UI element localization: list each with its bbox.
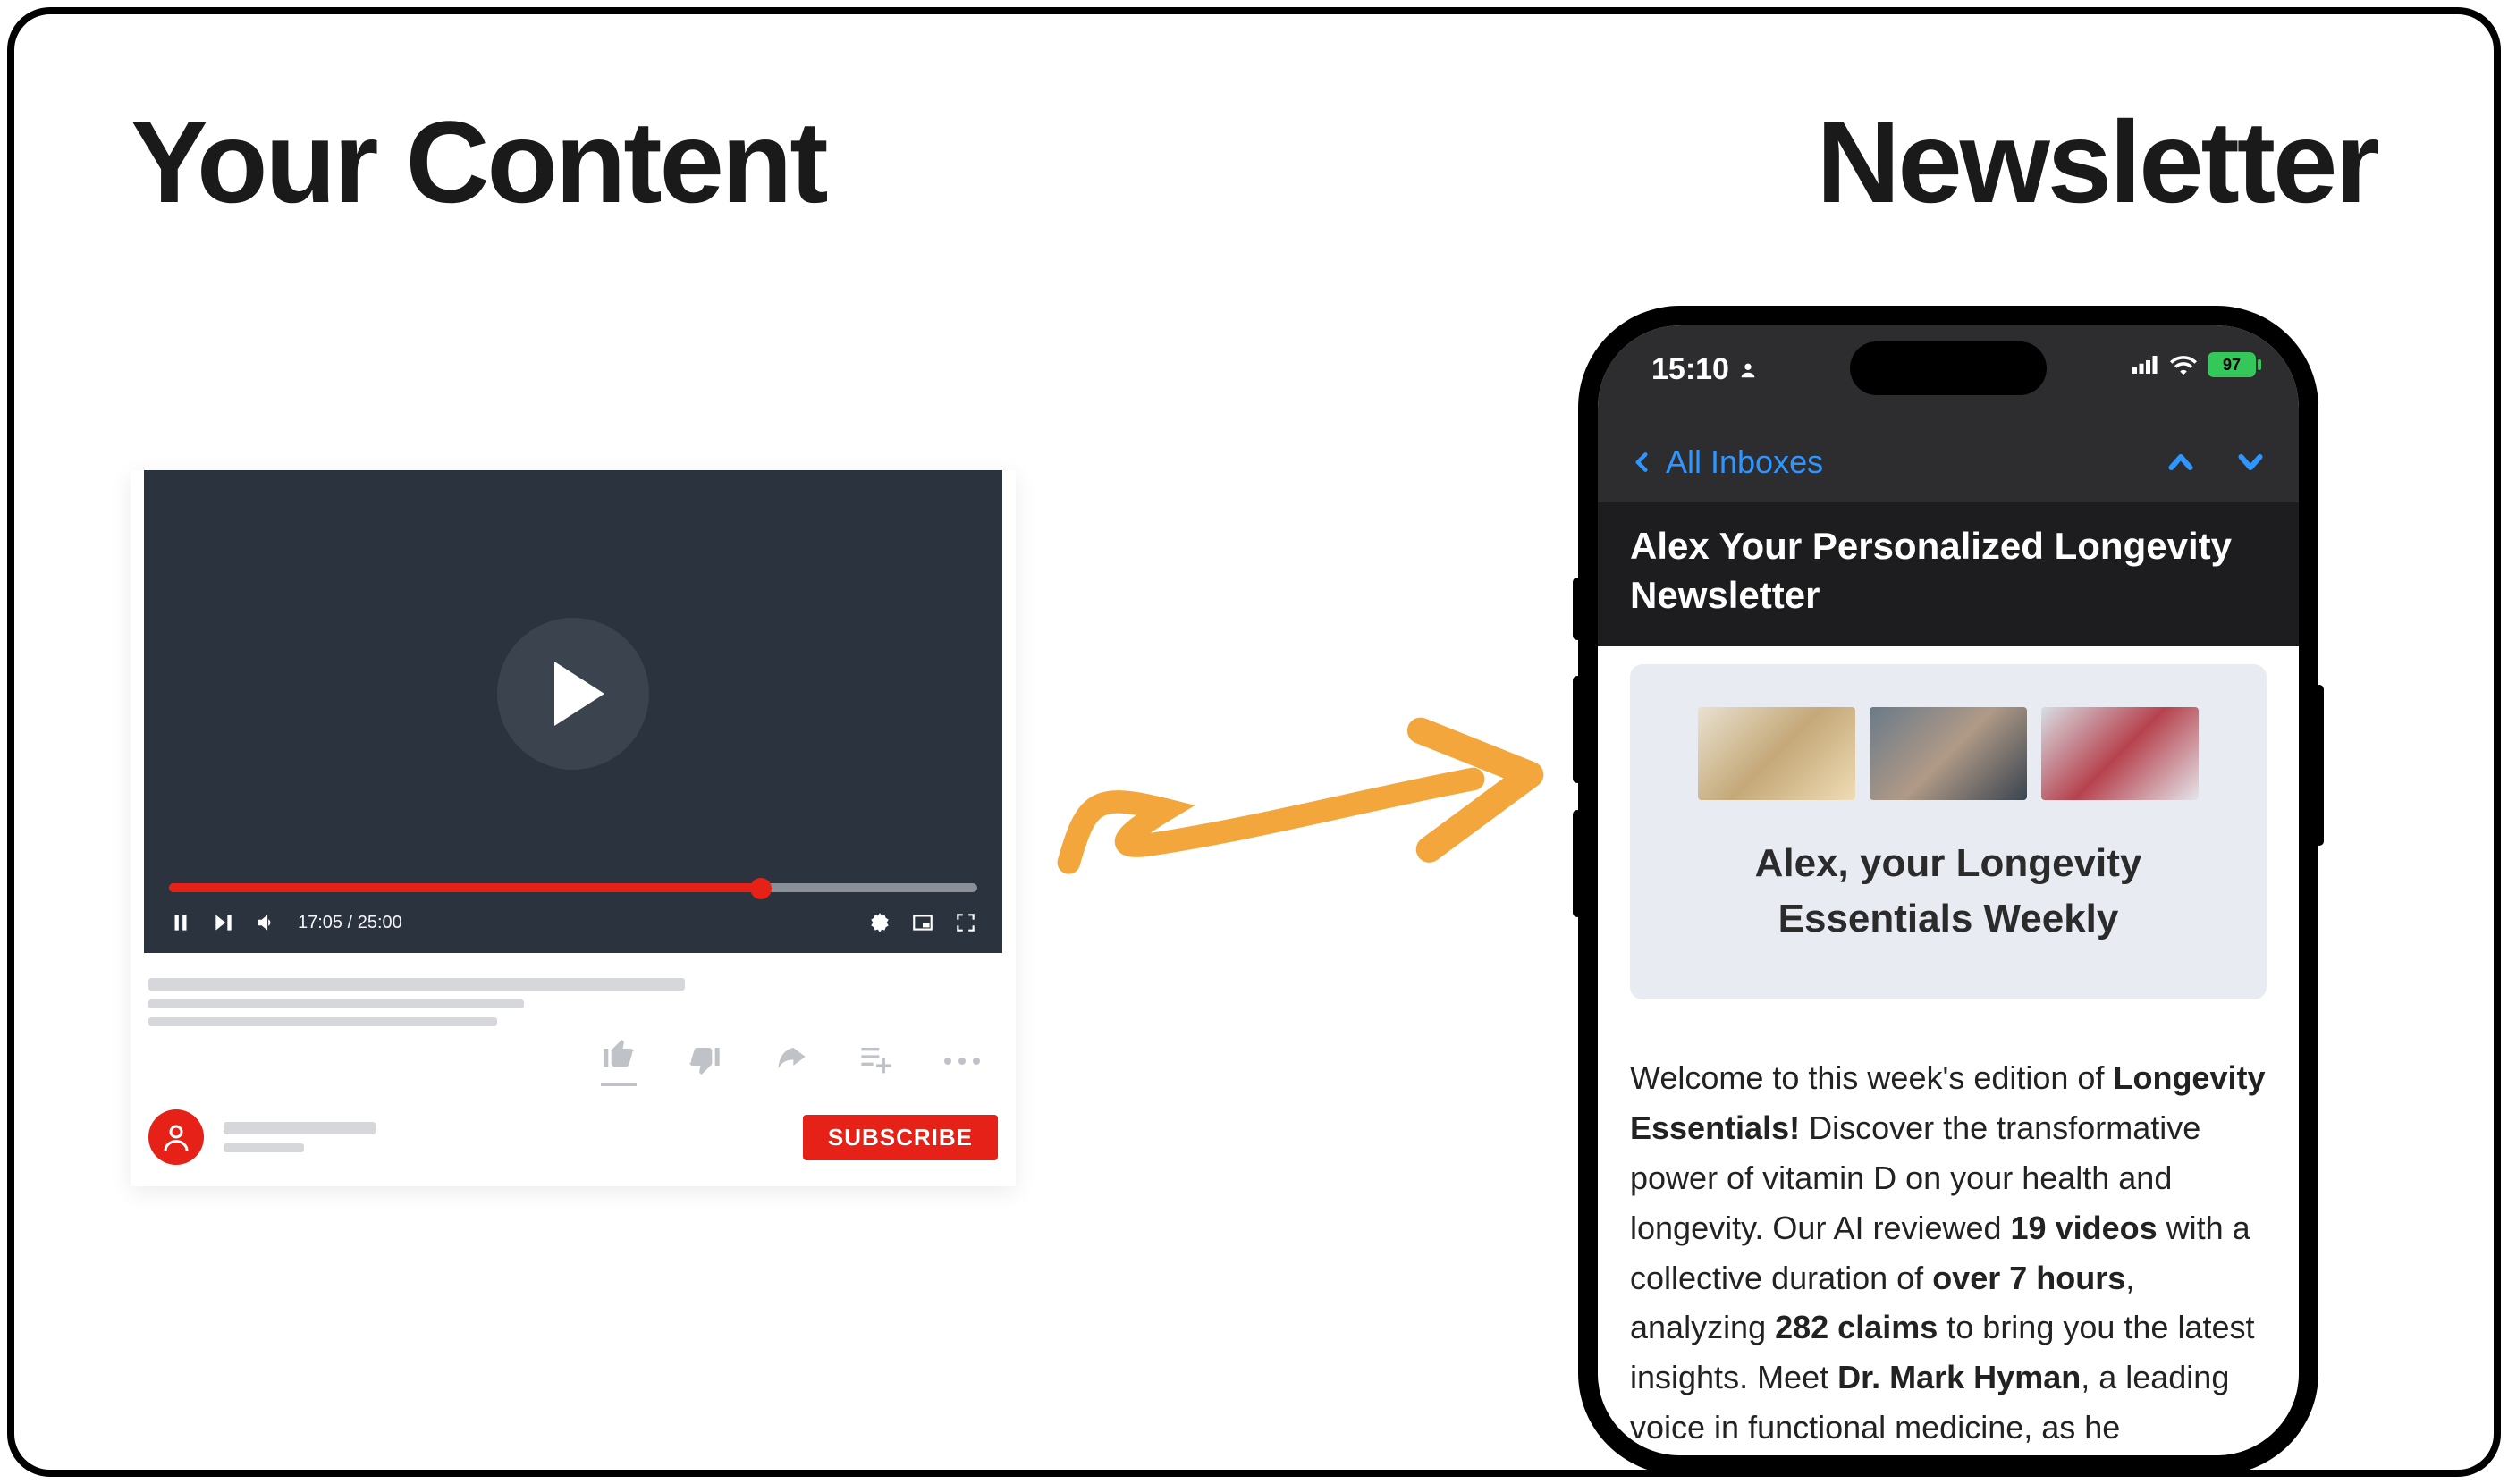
progress-fill xyxy=(169,883,759,892)
next-icon[interactable] xyxy=(212,911,235,934)
play-icon xyxy=(554,662,604,726)
save-icon[interactable] xyxy=(858,1043,894,1079)
dynamic-island xyxy=(1850,341,2047,395)
hero-title: Alex, your Longevity Essentials Weekly xyxy=(1662,836,2234,946)
video-card: 17:05 / 25:00 xyxy=(131,470,1016,1186)
settings-icon[interactable] xyxy=(868,911,891,934)
subscribe-button[interactable]: SUBSCRIBE xyxy=(803,1115,998,1160)
channel-avatar[interactable] xyxy=(148,1109,204,1165)
cellular-icon xyxy=(2132,354,2159,375)
chevron-down-icon[interactable] xyxy=(2234,446,2267,478)
video-player[interactable]: 17:05 / 25:00 xyxy=(144,470,1002,953)
share-icon[interactable] xyxy=(773,1043,808,1079)
hero-image-1 xyxy=(1698,707,1855,800)
hero-image-2 xyxy=(1870,707,2027,800)
meta-placeholder-2 xyxy=(148,1017,497,1026)
chevron-up-icon[interactable] xyxy=(2165,446,2197,478)
heading-your-content: Your Content xyxy=(131,95,826,229)
title-placeholder xyxy=(148,978,685,991)
mail-navbar: All Inboxes xyxy=(1598,422,2299,502)
heading-newsletter: Newsletter xyxy=(1817,95,2378,229)
hero-image-3 xyxy=(2041,707,2199,800)
email-hero-card: Alex, your Longevity Essentials Weekly xyxy=(1630,664,2267,999)
phone-mockup: 15:10 97 All Inbo xyxy=(1582,309,2315,1471)
thumbs-down-icon[interactable] xyxy=(687,1043,722,1079)
channel-subs-placeholder xyxy=(224,1143,304,1152)
email-subject: Alex Your Personalized Longevity Newslet… xyxy=(1598,502,2299,646)
battery-indicator: 97 xyxy=(2208,352,2256,377)
chevron-left-icon[interactable] xyxy=(1630,451,1653,474)
video-time-label: 17:05 / 25:00 xyxy=(298,913,402,933)
email-body-text: Welcome to this week's edition of Longev… xyxy=(1630,1053,2267,1452)
person-status-icon xyxy=(1738,360,1758,380)
person-icon xyxy=(160,1121,192,1153)
volume-icon[interactable] xyxy=(255,911,278,934)
wifi-icon xyxy=(2170,354,2197,375)
pause-icon[interactable] xyxy=(169,911,192,934)
status-time: 15:10 xyxy=(1651,352,1729,387)
play-button[interactable] xyxy=(497,618,649,770)
back-link[interactable]: All Inboxes xyxy=(1666,443,1823,481)
thumbs-up-icon[interactable] xyxy=(601,1035,637,1071)
miniplayer-icon[interactable] xyxy=(911,911,934,934)
more-icon[interactable] xyxy=(944,1058,980,1065)
status-bar: 15:10 97 xyxy=(1598,325,2299,422)
arrow-icon xyxy=(1034,694,1561,908)
progress-knob[interactable] xyxy=(750,878,772,899)
meta-placeholder xyxy=(148,999,524,1008)
channel-name-placeholder xyxy=(224,1122,376,1134)
fullscreen-icon[interactable] xyxy=(954,911,977,934)
